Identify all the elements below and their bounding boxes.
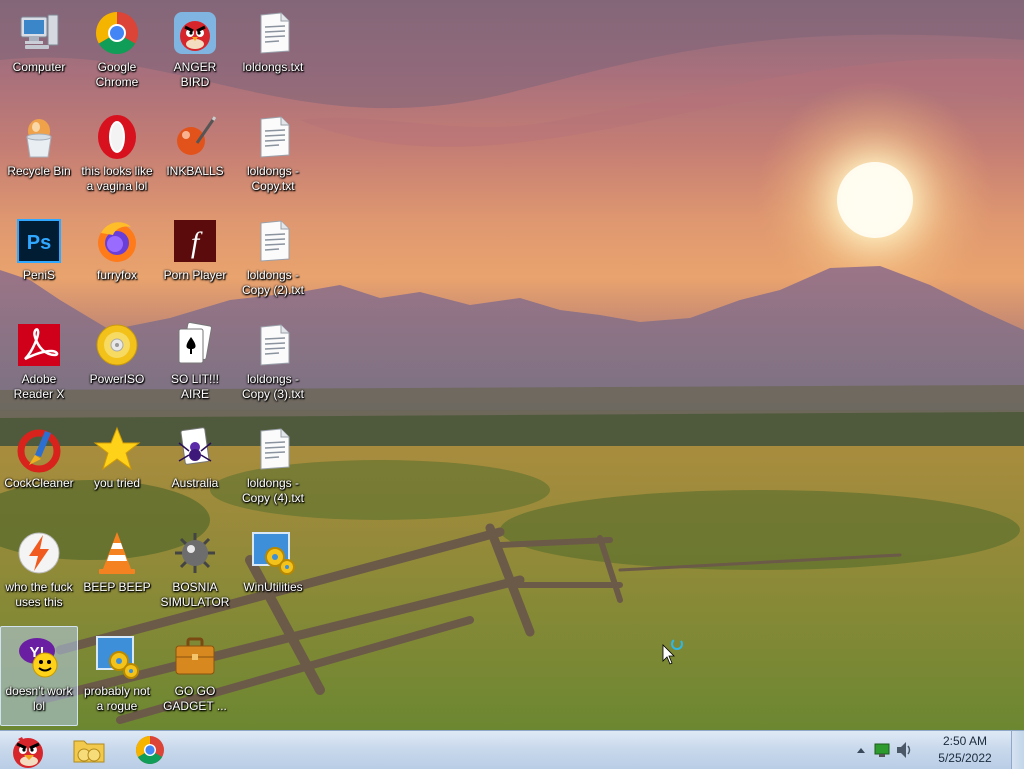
desktop-icon-anger-bird[interactable]: ANGER BIRD — [156, 2, 234, 102]
folder-icon — [73, 740, 105, 763]
icon-label: GO GO GADGET ... — [163, 684, 227, 713]
icon-label: furryfox — [96, 268, 137, 282]
desktop-icon-australia[interactable]: Australia — [156, 418, 234, 518]
network-icon[interactable] — [872, 731, 892, 769]
text-file-icon — [249, 321, 297, 369]
spider-solitaire-icon — [171, 425, 219, 473]
ccleaner-icon — [15, 425, 63, 473]
angry-bird-icon — [171, 9, 219, 57]
desktop-icon-inkballs[interactable]: INKBALLS — [156, 106, 234, 206]
computer-icon — [15, 9, 63, 57]
desktop-icon-loldongs-txt[interactable]: loldongs.txt — [234, 2, 312, 102]
desktop-icon-who-uses-this[interactable]: who the fuck uses this — [0, 522, 78, 622]
desktop-icon-google-chrome[interactable]: Google Chrome — [78, 2, 156, 102]
icon-label: Computer — [12, 60, 66, 74]
recycle-bin-icon — [15, 113, 63, 161]
icon-label: loldongs - Copy (2).txt — [241, 268, 304, 297]
desktop-icon-poweriso[interactable]: PowerISO — [78, 314, 156, 414]
icon-label: SO LIT!!! AIRE — [170, 372, 219, 401]
start-button[interactable] — [2, 731, 56, 769]
text-file-icon — [249, 113, 297, 161]
icon-label: who the fuck uses this — [5, 580, 73, 609]
desktop-icon-loldongs-copy-2-txt[interactable]: loldongs - Copy (2).txt — [234, 210, 312, 310]
flash-icon: f — [171, 217, 219, 265]
desktop-icon-winutilities[interactable]: WinUtilities — [234, 522, 312, 622]
icon-label: ANGER BIRD — [173, 60, 217, 89]
clock[interactable]: 2:50 AM 5/25/2022 — [930, 733, 1000, 767]
opera-icon — [93, 113, 141, 161]
desktop-icon-yahoo-messenger[interactable]: Y! doesn't work lol — [0, 626, 78, 726]
icon-label: PowerISO — [89, 372, 145, 386]
photoshop-icon: Ps — [15, 217, 63, 265]
icon-label: loldongs - Copy.txt — [246, 164, 300, 193]
icon-label: doesn't work lol — [5, 684, 73, 713]
desktop-icon-loldongs-copy-3-txt[interactable]: loldongs - Copy (3).txt — [234, 314, 312, 414]
desktop-icon-loldongs-copy-txt[interactable]: loldongs - Copy.txt — [234, 106, 312, 206]
icon-label: loldongs.txt — [242, 60, 304, 74]
lightning-icon — [15, 529, 63, 577]
text-file-icon — [249, 217, 297, 265]
icon-label: probably not a rogue — [83, 684, 151, 713]
taskbar-chrome-button[interactable] — [124, 731, 176, 769]
clock-date: 5/25/2022 — [938, 751, 992, 765]
winutilities-icon — [249, 529, 297, 577]
desktop-icon-computer[interactable]: Computer — [0, 2, 78, 102]
show-desktop-button[interactable] — [1011, 731, 1024, 769]
chrome-icon — [136, 736, 164, 764]
icon-label: Australia — [171, 476, 219, 490]
adobe-reader-icon — [15, 321, 63, 369]
desktop-icon-recycle-bin[interactable]: Recycle Bin — [0, 106, 78, 206]
icon-label: CockCleaner — [4, 476, 74, 490]
desktop-icon-cockcleaner[interactable]: CockCleaner — [0, 418, 78, 518]
star-icon — [93, 425, 141, 473]
taskbar-explorer-button[interactable] — [64, 731, 116, 769]
system-tray: 2:50 AM 5/25/2022 — [854, 731, 1024, 769]
icon-label: this looks like a vagina lol — [81, 164, 153, 193]
desktop-icon-opera[interactable]: this looks like a vagina lol — [78, 106, 156, 206]
desktop-icon-loldongs-copy-4-txt[interactable]: loldongs - Copy (4).txt — [234, 418, 312, 518]
icon-label: Porn Player — [163, 268, 227, 282]
clock-time: 2:50 AM — [942, 734, 988, 748]
angry-bird-start-icon — [13, 737, 43, 768]
desktop-icon-furryfox[interactable]: furryfox — [78, 210, 156, 310]
icon-label: PeniS — [22, 268, 56, 282]
icon-label: Adobe Reader X — [13, 372, 65, 401]
text-file-icon — [249, 425, 297, 473]
icon-label: BOSNIA SIMULATOR — [160, 580, 230, 609]
desktop-icon-bosnia-simulator[interactable]: BOSNIA SIMULATOR — [156, 522, 234, 622]
desktop-icon-so-lit-aire[interactable]: SO LIT!!! AIRE — [156, 314, 234, 414]
text-file-icon — [249, 9, 297, 57]
vlc-cone-icon — [93, 529, 141, 577]
desktop-icon-you-tried[interactable]: you tried — [78, 418, 156, 518]
disc-icon — [93, 321, 141, 369]
desktop-icon-probably-not-a-rogue[interactable]: probably not a rogue — [78, 626, 156, 726]
taskbar: 2:50 AM 5/25/2022 — [0, 730, 1024, 769]
desktop-icon-adobe-reader-x[interactable]: Adobe Reader X — [0, 314, 78, 414]
icon-label: loldongs - Copy (3).txt — [241, 372, 304, 401]
svg-text:Ps: Ps — [27, 232, 51, 254]
desktop[interactable]: Computer Google Chrome ANGER BIRD loldon… — [0, 0, 1024, 730]
desktop-icon-photoshop[interactable]: Ps PeniS — [0, 210, 78, 310]
show-hidden-icons-arrow[interactable] — [854, 731, 868, 769]
mine-icon — [171, 529, 219, 577]
inkball-icon — [171, 113, 219, 161]
icon-label: WinUtilities — [243, 580, 303, 594]
icon-label: loldongs - Copy (4).txt — [241, 476, 304, 505]
yahoo-messenger-icon: Y! — [15, 633, 63, 681]
desktop-icon-porn-player[interactable]: f Porn Player — [156, 210, 234, 310]
icon-label: BEEP BEEP — [83, 580, 151, 594]
volume-icon[interactable] — [894, 731, 914, 769]
briefcase-icon — [171, 633, 219, 681]
icon-label: Recycle Bin — [7, 164, 71, 178]
icon-label: you tried — [93, 476, 141, 490]
desktop-icon-go-go-gadget[interactable]: GO GO GADGET ... — [156, 626, 234, 726]
desktop-icon-beep-beep[interactable]: BEEP BEEP — [78, 522, 156, 622]
solitaire-icon — [171, 321, 219, 369]
firefox-icon — [93, 217, 141, 265]
icon-label: Google Chrome — [95, 60, 139, 89]
winutilities-icon — [93, 633, 141, 681]
chrome-icon — [93, 9, 141, 57]
icon-label: INKBALLS — [166, 164, 224, 178]
